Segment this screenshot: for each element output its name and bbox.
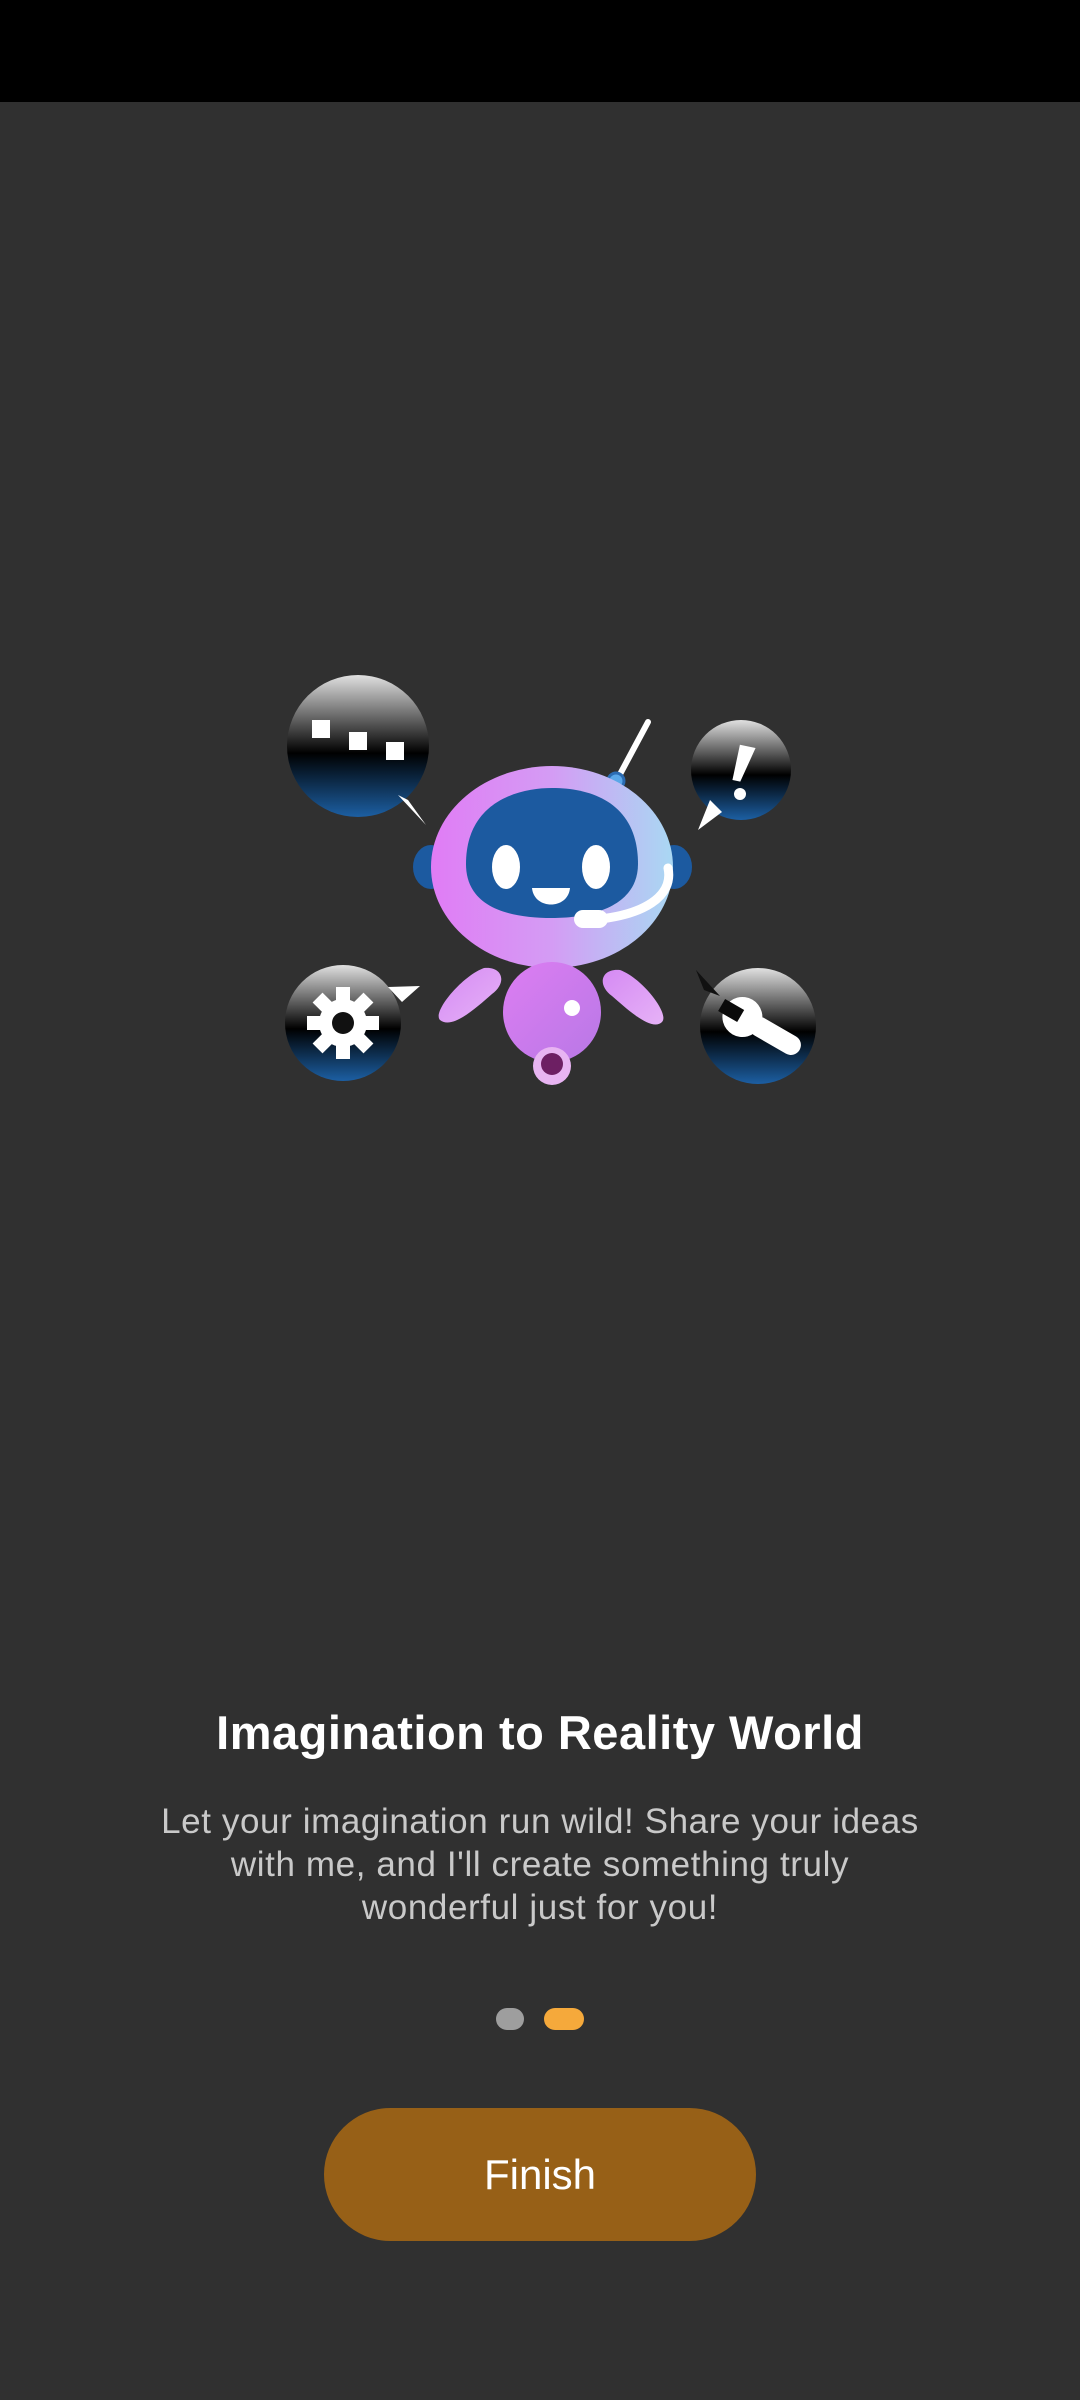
exclamation-bubble-icon: [691, 720, 791, 830]
chat-bubble-icon: [287, 675, 429, 825]
onboarding-screen: Imagination to Reality World Let your im…: [0, 0, 1080, 2400]
gear-icon: [285, 965, 420, 1081]
page-indicator-dot-2-active[interactable]: [544, 2008, 584, 2030]
status-bar: [0, 0, 1080, 102]
onboarding-description: Let your imagination run wild! Share you…: [161, 1802, 919, 1927]
onboarding-title: Imagination to Reality World: [216, 1706, 864, 1759]
wrench-icon: [696, 968, 816, 1084]
robot-illustration: [285, 675, 816, 1085]
robot-icon: [413, 719, 692, 1085]
page-indicator: [0, 2008, 1080, 2030]
page-indicator-dot-1[interactable]: [496, 2008, 524, 2030]
finish-button[interactable]: Finish: [324, 2108, 756, 2241]
